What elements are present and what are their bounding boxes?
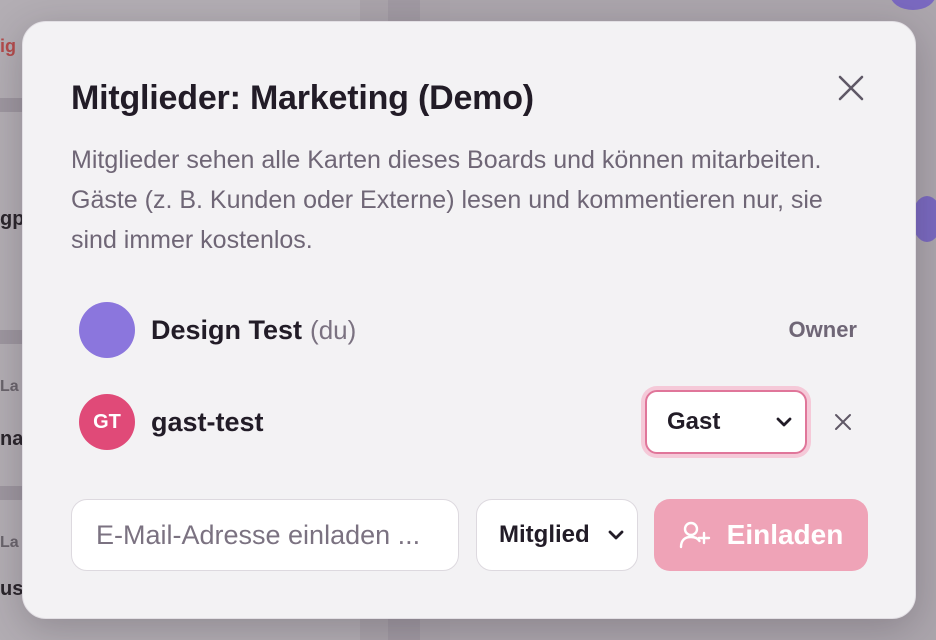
chevron-down-icon [608,530,624,540]
member-role-select[interactable]: Gast [645,390,807,454]
member-you-label: (du) [310,314,357,345]
remove-member-button[interactable] [831,410,855,434]
background-text: La [0,378,19,395]
avatar: GT [79,394,135,450]
close-icon [835,414,851,430]
member-role-value: Gast [667,408,721,435]
invite-role-value: Mitglied [499,521,590,548]
background-text: ig [0,36,16,56]
member-name: Design Test [151,314,303,345]
background-text: gp [0,208,25,230]
close-icon [838,75,864,101]
background-text: na [0,428,24,450]
member-name: gast-test [151,406,264,437]
invite-form: Mitglied Einladen [71,499,868,571]
background-text: us [0,578,24,600]
background-divider [0,330,24,344]
member-role: Owner [788,317,857,342]
dialog-description: Mitglieder sehen alle Karten dieses Boar… [71,146,823,254]
invite-email-input[interactable] [71,499,459,571]
background-divider [0,486,24,500]
invite-role-select[interactable]: Mitglied [476,499,638,571]
member-row: GT gast-test Gast [79,390,867,454]
invite-button-label: Einladen [726,519,844,550]
avatar [79,302,135,358]
member-row: Design Test (du) Owner [79,302,867,358]
chevron-down-icon [776,417,792,427]
dialog-title: Mitglieder: Marketing (Demo) [71,79,534,117]
close-button[interactable] [833,70,869,106]
members-dialog: Mitglieder: Marketing (Demo) Mitglieder … [22,21,916,619]
background-divider [0,98,24,112]
background-text: La [0,534,19,551]
invite-button[interactable]: Einladen [654,499,868,571]
user-plus-icon [679,519,711,551]
